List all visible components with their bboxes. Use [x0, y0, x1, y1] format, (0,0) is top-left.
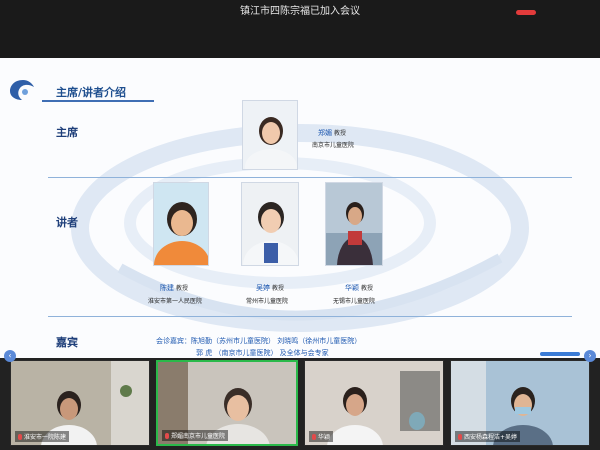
chair-institution: 南京市儿童医院 [312, 142, 355, 149]
speaker-3-name: 华颖 教授 [345, 284, 374, 292]
join-notice: 镇江市四陈宗福已加入会议 [240, 6, 360, 17]
scroll-right-icon[interactable]: › [584, 350, 596, 362]
speaker-label: 讲者 [56, 216, 78, 229]
guest-label: 嘉宾 [56, 336, 78, 349]
video-tile-label: 淮安市一院陈建 [15, 431, 70, 442]
mic-muted-icon [312, 434, 316, 440]
video-strip: 淮安市一院陈建 郑媚南京市儿童医院 华颖 西安杨森程洁+吴婷 [0, 358, 600, 450]
video-tile-label: 西安杨森程洁+吴婷 [455, 431, 521, 442]
row-divider [48, 316, 572, 317]
top-status-bar: 镇江市四陈宗福已加入会议 [0, 0, 600, 58]
row-divider [48, 177, 572, 178]
page-indicator [540, 352, 580, 356]
logo-icon [10, 80, 34, 100]
speaker-photo-3 [325, 182, 383, 266]
chair-photo [242, 100, 298, 170]
chair-label: 主席 [56, 126, 78, 139]
speaker-1-name: 陈建 教授 [160, 284, 189, 292]
speaker-1-institution: 淮安市第一人民医院 [148, 298, 203, 305]
video-tile-2[interactable]: 郑媚南京市儿童医院 [156, 360, 298, 446]
section-title: 主席/讲者介绍 [56, 86, 127, 99]
swirl-watermark [71, 124, 529, 332]
speaker-photo-2 [241, 182, 299, 266]
guest-line-1: 会诊嘉宾：陈旭勤（苏州市儿童医院） 刘晓鸣（徐州市儿童医院） [156, 337, 362, 345]
mic-muted-icon [458, 434, 462, 440]
speaker-2-name: 吴婷 教授 [256, 284, 285, 292]
mic-muted-icon [18, 434, 22, 440]
guest-line-2: 郭 虎 （南京市儿童医院） 及全体与会专家 [196, 349, 329, 357]
scroll-left-icon[interactable]: ‹ [4, 350, 16, 362]
shared-slide: 主席/讲者介绍 主席 郑媚 教授 南京市儿童医院 讲者 陈建 教授 淮安市第一人… [0, 58, 600, 358]
recording-indicator[interactable] [516, 10, 536, 15]
video-tile-label: 郑媚南京市儿童医院 [162, 430, 229, 441]
speaker-photo-1 [153, 182, 209, 266]
video-tile-1[interactable]: 淮安市一院陈建 [10, 360, 150, 446]
speaker-2-institution: 常州市儿童医院 [246, 298, 289, 305]
chair-name: 郑媚 教授 [318, 129, 347, 137]
video-tile-label: 华颖 [309, 431, 334, 442]
video-tile-3[interactable]: 华颖 [304, 360, 444, 446]
speaker-3-institution: 无锡市儿童医院 [333, 298, 376, 305]
video-tile-4[interactable]: 西安杨森程洁+吴婷 [450, 360, 590, 446]
title-underline [42, 100, 154, 102]
mic-muted-icon [165, 433, 169, 439]
meeting-window: 镇江市四陈宗福已加入会议 主席/讲者介绍 主席 郑媚 教授 南京市儿童医院 讲者… [0, 0, 600, 450]
